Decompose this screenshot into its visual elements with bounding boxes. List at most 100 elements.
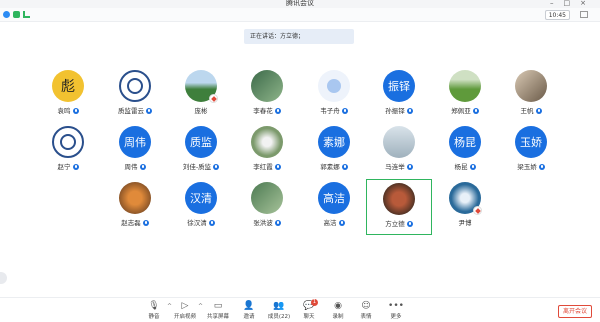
participant-tile[interactable]: 振铎 孙振铎: [367, 70, 431, 126]
mic-icon: [538, 164, 545, 170]
members-button[interactable]: 👥 成员(22): [264, 300, 294, 322]
members-icon: 👥: [273, 301, 285, 311]
participant-tile[interactable]: 周伟 周伟: [103, 126, 167, 182]
leave-meeting-button[interactable]: 离开会议: [558, 305, 592, 318]
mic-muted-icon: [209, 94, 218, 103]
participant-tile[interactable]: 庞彬: [169, 70, 233, 126]
avatar: [119, 70, 151, 102]
participant-name: 方立德: [367, 218, 431, 228]
record-button[interactable]: ◉ 录制: [323, 300, 353, 322]
mic-icon: [274, 108, 281, 114]
avatar: 汉清: [185, 182, 217, 214]
participant-name: 韦子舟: [302, 105, 366, 115]
chat-icon: 💬: [303, 301, 315, 311]
avatar: [119, 182, 151, 214]
mic-muted-icon: [473, 206, 482, 215]
close-icon[interactable]: ×: [580, 0, 596, 7]
active-speaker-tile[interactable]: 方立德: [366, 179, 432, 235]
mic-icon: [139, 164, 146, 170]
participant-name: 梁玉娇: [499, 161, 563, 171]
signal-icon[interactable]: [23, 11, 30, 18]
participant-tile[interactable]: 张洪波: [235, 182, 299, 238]
avatar: 周伟: [119, 126, 151, 158]
minimize-icon[interactable]: –: [550, 0, 564, 7]
participant-name: 李红霞: [235, 161, 299, 171]
meeting-timer: 10:45: [544, 10, 570, 20]
participant-tile[interactable]: 李红霞: [235, 126, 299, 182]
side-panel-toggle[interactable]: [0, 272, 7, 284]
maximize-icon[interactable]: □: [564, 0, 581, 7]
participant-tile[interactable]: 杨昆 杨昆: [433, 126, 497, 182]
participant-tile[interactable]: 韦子舟: [302, 70, 366, 126]
participant-name: 郑佩亚: [433, 105, 497, 115]
avatar: [251, 182, 283, 214]
avatar: 质监: [185, 126, 217, 158]
info-icon[interactable]: [3, 11, 10, 18]
meeting-info-bar: 10:45: [0, 8, 600, 22]
avatar: [383, 183, 415, 215]
participant-name: 尹博: [458, 219, 472, 227]
avatar: 振铎: [383, 70, 415, 102]
participant-tile[interactable]: 高洁 高洁: [302, 182, 366, 238]
participant-tile[interactable]: 赵志磊: [103, 182, 167, 238]
reactions-button[interactable]: ☺ 表情: [351, 300, 381, 322]
participant-tile[interactable]: 尹博: [433, 182, 497, 238]
participant-name: 质监雷云: [103, 105, 167, 115]
monitor-icon: ▭: [213, 301, 223, 311]
participant-tile[interactable]: 汉清 徐汉清: [169, 182, 233, 238]
avatar: 高洁: [318, 182, 350, 214]
participant-name: 庞彬: [194, 107, 208, 115]
window-controls: –□×: [550, 0, 596, 7]
avatar: 彪: [52, 70, 84, 102]
camera-off-icon: ▷: [181, 301, 189, 311]
more-icon: •••: [388, 301, 404, 311]
layout-grid-icon[interactable]: [580, 11, 588, 18]
more-button[interactable]: ••• 更多: [381, 300, 411, 322]
participant-name: 李春花: [235, 105, 299, 115]
mute-button[interactable]: 🎙 静音 ^: [139, 300, 172, 322]
mic-icon: [469, 164, 476, 170]
mic-icon: [341, 164, 348, 170]
avatar: 玉娇: [515, 126, 547, 158]
mic-icon: [208, 220, 215, 226]
avatar: [449, 70, 481, 102]
shield-icon[interactable]: [13, 11, 20, 18]
chat-button[interactable]: 💬 聊天 1: [294, 299, 324, 322]
participant-tile[interactable]: 玉娇 梁玉娇: [499, 126, 563, 182]
avatar: [515, 70, 547, 102]
participant-tile[interactable]: 素娜 郭素娜: [302, 126, 366, 182]
meeting-toolbar: 🎙 静音 ^ ▷ 开启视频 ^ ▭ 共享屏幕 👤 邀请 👥 成员(22) 💬 聊…: [0, 297, 600, 322]
participant-tile[interactable]: 质监雷云: [103, 70, 167, 126]
mic-icon: [406, 164, 413, 170]
participant-tile[interactable]: 李春花: [235, 70, 299, 126]
smile-icon: ☺: [361, 301, 371, 311]
mic-icon: [341, 108, 348, 114]
add-user-icon: 👤: [243, 301, 255, 311]
mic-icon: [72, 164, 79, 170]
participant-name: 郭素娜: [302, 161, 366, 171]
mic-icon: [146, 108, 152, 114]
title-bar: 腾讯会议 –□×: [0, 0, 600, 8]
mic-icon: [338, 220, 345, 226]
participant-name: 袁鸣: [36, 105, 100, 115]
mic-icon: [274, 220, 281, 226]
participant-tile[interactable]: 赵宁: [36, 126, 100, 182]
participant-tile[interactable]: 马连举: [367, 126, 431, 182]
participant-tile[interactable]: 彪 袁鸣: [36, 70, 100, 126]
participant-name: 高洁: [302, 217, 366, 227]
participant-tile[interactable]: 质监 刘佳-质监: [169, 126, 233, 182]
mic-icon: [406, 221, 413, 227]
mic-icon: [274, 164, 281, 170]
mic-icon: [213, 164, 220, 170]
participant-name: 马连举: [367, 161, 431, 171]
share-screen-button[interactable]: ▭ 共享屏幕: [203, 300, 233, 322]
participant-tile[interactable]: 王帆: [499, 70, 563, 126]
participant-name: 王帆: [499, 105, 563, 115]
window-title: 腾讯会议: [286, 0, 314, 7]
mic-icon: [472, 108, 479, 114]
participant-name: 张洪波: [235, 217, 299, 227]
avatar: 杨昆: [449, 126, 481, 158]
video-button[interactable]: ▷ 开启视频 ^: [170, 300, 203, 322]
participant-tile[interactable]: 郑佩亚: [433, 70, 497, 126]
invite-button[interactable]: 👤 邀请: [234, 300, 264, 322]
